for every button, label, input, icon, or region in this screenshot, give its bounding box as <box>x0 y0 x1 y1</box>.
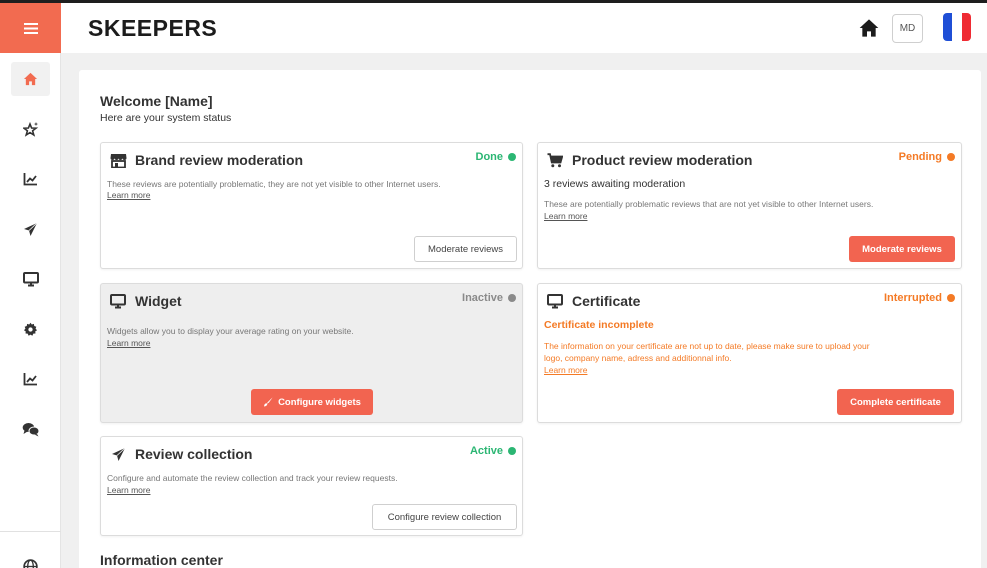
store-icon <box>109 152 127 168</box>
sidebar-item-settings[interactable] <box>11 312 50 346</box>
configure-widgets-label: Configure widgets <box>278 396 361 408</box>
sidebar-item-home[interactable] <box>11 62 50 96</box>
complete-certificate-button[interactable]: Complete certificate <box>837 389 954 415</box>
certificate-title: Certificate <box>572 293 641 309</box>
app-window: SKEEPERS MD Welcome [Name] Here are your… <box>0 3 987 568</box>
brand-review-title: Brand review moderation <box>135 152 304 168</box>
product-review-description: These are potentially problematic review… <box>544 199 874 209</box>
brand-review-learn-more-link[interactable]: Learn more <box>107 190 150 200</box>
status-dot <box>508 447 516 455</box>
france-flag-icon[interactable] <box>943 13 971 41</box>
paper-plane-icon <box>109 446 127 462</box>
moderate-product-reviews-button[interactable]: Moderate reviews <box>849 236 955 262</box>
product-review-pending-count: 3 reviews awaiting moderation <box>544 178 686 190</box>
review-collection-status: Active <box>470 445 516 457</box>
status-label: Inactive <box>462 292 503 304</box>
gear-icon <box>23 322 38 336</box>
sidebar-item-statistics[interactable] <box>11 162 50 196</box>
globe-icon <box>23 558 38 568</box>
status-dot <box>947 294 955 302</box>
review-collection-card: Review collection Active Configure and a… <box>100 436 523 536</box>
certificate-learn-more-link[interactable]: Learn more <box>544 365 587 375</box>
certificate-warning-line1: The information on your certificate are … <box>544 341 870 351</box>
widget-title: Widget <box>135 293 182 309</box>
review-collection-title: Review collection <box>135 446 253 462</box>
brand-review-card: Brand review moderation Done These revie… <box>100 142 523 269</box>
status-label: Done <box>475 151 504 163</box>
menu-toggle-button[interactable] <box>0 3 61 53</box>
status-dot <box>508 294 516 302</box>
widget-description: Widgets allow you to display your averag… <box>107 326 354 336</box>
monitor-icon <box>22 271 39 286</box>
sidebar-item-analytics[interactable] <box>11 362 50 396</box>
review-collection-learn-more-link[interactable]: Learn more <box>107 485 150 495</box>
widget-card: Widget Inactive Widgets allow you to dis… <box>100 283 523 423</box>
moderate-brand-reviews-button[interactable]: Moderate reviews <box>414 236 517 262</box>
information-center-title: Information center <box>100 552 223 568</box>
chart-line-icon <box>23 173 37 186</box>
sidebar-item-language[interactable] <box>11 549 50 568</box>
monitor-icon <box>109 293 127 309</box>
home-icon <box>23 72 38 86</box>
product-review-title: Product review moderation <box>572 152 753 168</box>
sidebar <box>0 3 61 568</box>
certificate-warning-line2: logo, company name, adress and additionn… <box>544 353 732 363</box>
configure-review-collection-button[interactable]: Configure review collection <box>372 504 517 530</box>
star-sparkle-icon <box>22 121 38 137</box>
brush-icon <box>264 397 273 407</box>
product-review-learn-more-link[interactable]: Learn more <box>544 211 587 221</box>
widget-status: Inactive <box>462 292 516 304</box>
status-label: Interrupted <box>883 292 942 304</box>
shopping-cart-icon <box>546 152 564 168</box>
welcome-subtitle: Here are your system status <box>100 112 232 124</box>
review-collection-description: Configure and automate the review collec… <box>107 473 398 483</box>
certificate-status: Interrupted <box>884 292 955 304</box>
chart-line-icon <box>23 373 37 386</box>
paper-plane-icon <box>24 222 38 236</box>
sidebar-item-messages[interactable] <box>11 412 50 446</box>
topbar-home-button[interactable] <box>858 17 880 39</box>
chat-bubbles-icon <box>22 422 39 436</box>
configure-widgets-button[interactable]: Configure widgets <box>251 389 373 415</box>
sidebar-divider <box>0 531 61 532</box>
welcome-title: Welcome [Name] <box>100 93 213 109</box>
brand-review-status: Done <box>475 151 516 163</box>
status-label: Pending <box>898 151 942 163</box>
topbar: SKEEPERS MD <box>61 3 987 53</box>
sidebar-item-widgets[interactable] <box>11 262 50 296</box>
certificate-warning-title: Certificate incomplete <box>544 319 654 331</box>
user-avatar[interactable]: MD <box>892 14 923 43</box>
dashboard-panel: Welcome [Name] Here are your system stat… <box>79 70 981 568</box>
product-review-status: Pending <box>899 151 955 163</box>
brand-review-description: These reviews are potentially problemati… <box>107 179 441 189</box>
status-dot <box>947 153 955 161</box>
sidebar-item-reviews[interactable] <box>11 112 50 146</box>
status-label: Active <box>469 445 503 457</box>
hamburger-icon <box>23 22 38 34</box>
widget-learn-more-link[interactable]: Learn more <box>107 338 150 348</box>
skeepers-logo[interactable]: SKEEPERS <box>88 15 217 42</box>
product-review-card: Product review moderation Pending 3 revi… <box>537 142 962 269</box>
monitor-icon <box>546 293 564 309</box>
status-dot <box>508 153 516 161</box>
certificate-card: Certificate Interrupted Certificate inco… <box>537 283 962 423</box>
home-icon <box>859 19 879 37</box>
sidebar-item-collection[interactable] <box>11 212 50 246</box>
